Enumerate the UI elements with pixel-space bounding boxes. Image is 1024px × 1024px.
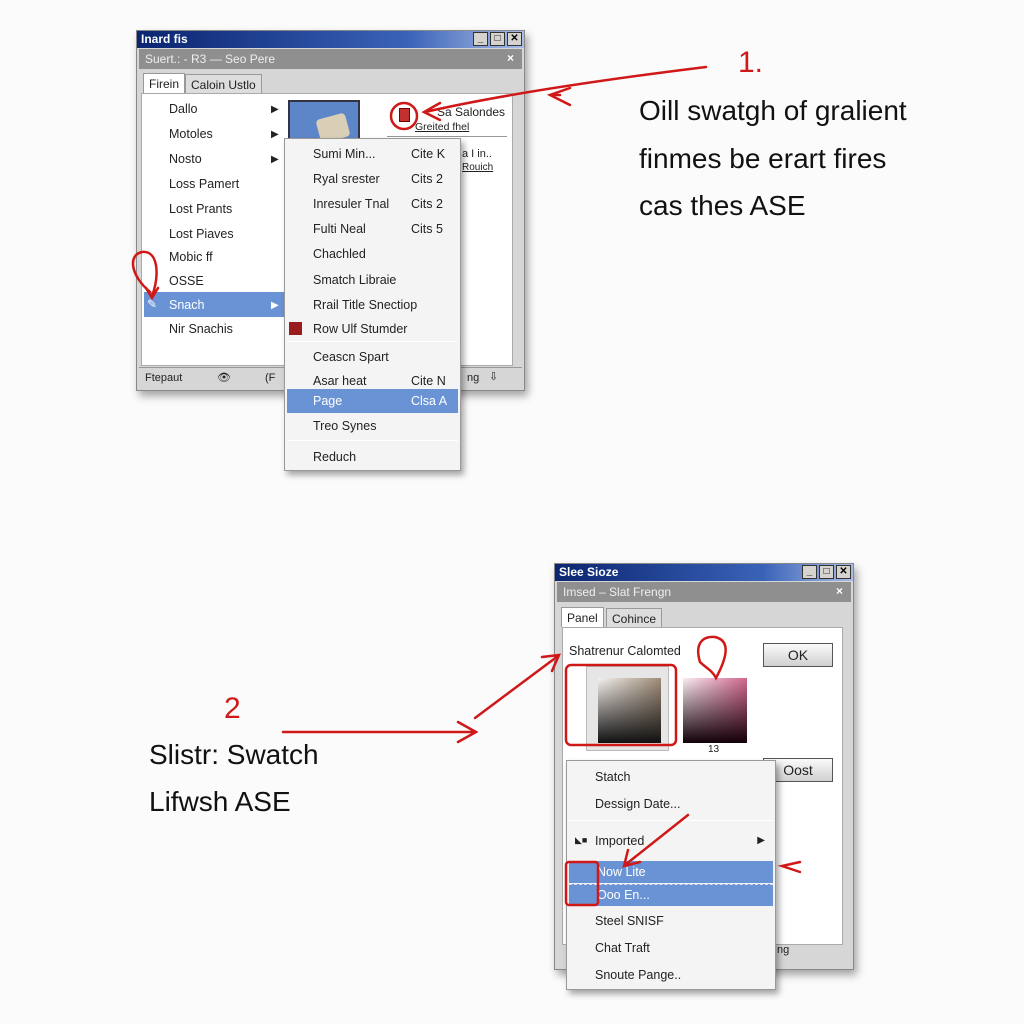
arrow-3 — [622, 813, 690, 868]
arrow-2b — [473, 653, 562, 720]
arrow-1b — [546, 86, 572, 107]
highlight-rect — [564, 663, 678, 747]
highlight-mark — [697, 635, 727, 681]
annotation-arrows — [131, 65, 802, 907]
arrow-2 — [281, 720, 479, 744]
arrow-1 — [421, 65, 708, 122]
arrow-4 — [777, 860, 802, 874]
highlight-circle — [389, 101, 419, 131]
loop-mark — [131, 250, 160, 301]
highlight-rect-2 — [564, 860, 600, 907]
